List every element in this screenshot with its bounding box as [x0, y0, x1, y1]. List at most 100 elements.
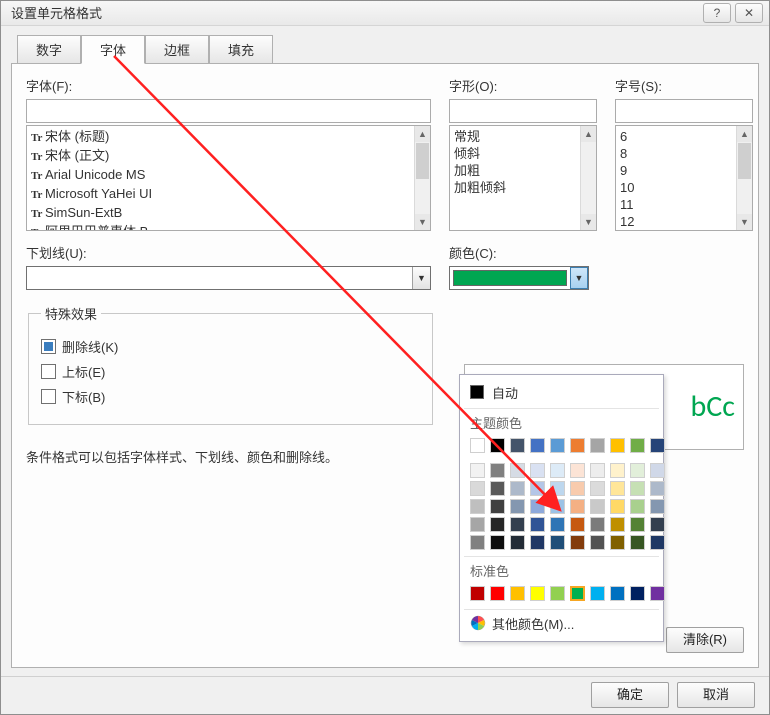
color-swatch[interactable]	[490, 535, 505, 550]
color-swatch[interactable]	[490, 586, 505, 601]
color-swatch[interactable]	[470, 535, 485, 550]
color-swatch[interactable]	[630, 499, 645, 514]
color-swatch[interactable]	[570, 438, 585, 453]
color-combo[interactable]: ▼	[449, 266, 589, 290]
color-swatch[interactable]	[590, 535, 605, 550]
color-swatch[interactable]	[510, 481, 525, 496]
more-colors-row[interactable]: 其他颜色(M)...	[464, 609, 659, 637]
color-swatch[interactable]	[590, 438, 605, 453]
tab-number[interactable]: 数字	[17, 35, 81, 64]
ok-button[interactable]: 确定	[591, 682, 669, 708]
color-swatch[interactable]	[510, 438, 525, 453]
color-swatch[interactable]	[630, 438, 645, 453]
scroll-up-icon[interactable]: ▲	[737, 126, 752, 142]
color-swatch[interactable]	[550, 517, 565, 532]
color-swatch[interactable]	[550, 481, 565, 496]
tab-font[interactable]: 字体	[81, 35, 145, 64]
strike-checkbox[interactable]	[41, 339, 56, 354]
color-swatch[interactable]	[630, 535, 645, 550]
color-swatch[interactable]	[470, 517, 485, 532]
color-swatch[interactable]	[550, 535, 565, 550]
color-swatch[interactable]	[590, 517, 605, 532]
scroll-down-icon[interactable]: ▼	[415, 214, 430, 230]
underline-combo[interactable]: ▼	[26, 266, 431, 290]
cancel-button[interactable]: 取消	[677, 682, 755, 708]
font-input[interactable]	[26, 99, 431, 123]
scroll-up-icon[interactable]: ▲	[581, 126, 596, 142]
subscript-checkbox[interactable]	[41, 389, 56, 404]
color-swatch[interactable]	[610, 535, 625, 550]
color-swatch[interactable]	[530, 517, 545, 532]
color-swatch[interactable]	[510, 535, 525, 550]
color-swatch[interactable]	[490, 438, 505, 453]
color-swatch[interactable]	[610, 438, 625, 453]
color-swatch[interactable]	[490, 481, 505, 496]
color-swatch[interactable]	[610, 517, 625, 532]
font-list[interactable]: Tr宋体 (标题) Tr宋体 (正文) TrArial Unicode MS T…	[26, 125, 431, 231]
tab-fill[interactable]: 填充	[209, 35, 273, 64]
help-button[interactable]: ?	[703, 3, 731, 23]
color-swatch[interactable]	[530, 463, 545, 478]
color-swatch[interactable]	[630, 463, 645, 478]
scroll-down-icon[interactable]: ▼	[737, 214, 752, 230]
close-button[interactable]: ✕	[735, 3, 763, 23]
size-list[interactable]: 6 8 9 10 11 12 ▲ ▼	[615, 125, 753, 231]
color-swatch[interactable]	[650, 586, 665, 601]
color-swatch[interactable]	[530, 481, 545, 496]
color-swatch[interactable]	[470, 499, 485, 514]
scroll-up-icon[interactable]: ▲	[415, 126, 430, 142]
color-swatch[interactable]	[570, 499, 585, 514]
color-swatch[interactable]	[650, 517, 665, 532]
color-swatch[interactable]	[530, 535, 545, 550]
color-swatch[interactable]	[570, 535, 585, 550]
color-swatch[interactable]	[610, 586, 625, 601]
scrollbar[interactable]: ▲ ▼	[414, 126, 430, 230]
superscript-checkbox[interactable]	[41, 364, 56, 379]
scroll-down-icon[interactable]: ▼	[581, 214, 596, 230]
style-list[interactable]: 常规 倾斜 加粗 加粗倾斜 ▲ ▼	[449, 125, 597, 231]
color-swatch[interactable]	[570, 463, 585, 478]
style-input[interactable]	[449, 99, 597, 123]
color-swatch[interactable]	[530, 586, 545, 601]
color-swatch[interactable]	[470, 438, 485, 453]
color-swatch[interactable]	[570, 586, 585, 601]
color-swatch[interactable]	[550, 586, 565, 601]
color-swatch[interactable]	[490, 517, 505, 532]
color-swatch[interactable]	[590, 463, 605, 478]
tab-border[interactable]: 边框	[145, 35, 209, 64]
color-swatch[interactable]	[610, 499, 625, 514]
clear-button[interactable]: 清除(R)	[666, 627, 744, 653]
color-swatch[interactable]	[530, 499, 545, 514]
chevron-down-icon[interactable]: ▼	[412, 267, 430, 289]
color-swatch[interactable]	[650, 481, 665, 496]
scrollbar[interactable]: ▲ ▼	[580, 126, 596, 230]
color-swatch[interactable]	[650, 535, 665, 550]
color-swatch[interactable]	[630, 517, 645, 532]
color-swatch[interactable]	[510, 586, 525, 601]
color-swatch[interactable]	[470, 463, 485, 478]
color-swatch[interactable]	[650, 463, 665, 478]
scroll-thumb[interactable]	[738, 143, 751, 179]
color-swatch[interactable]	[550, 438, 565, 453]
color-swatch[interactable]	[630, 481, 645, 496]
color-swatch[interactable]	[530, 438, 545, 453]
color-swatch[interactable]	[470, 586, 485, 601]
color-swatch[interactable]	[470, 481, 485, 496]
chevron-down-icon[interactable]: ▼	[570, 267, 588, 289]
color-swatch[interactable]	[610, 481, 625, 496]
color-swatch[interactable]	[510, 463, 525, 478]
scrollbar[interactable]: ▲ ▼	[736, 126, 752, 230]
color-swatch[interactable]	[590, 481, 605, 496]
auto-color-row[interactable]: 自动	[464, 379, 659, 406]
color-swatch[interactable]	[490, 499, 505, 514]
color-swatch[interactable]	[610, 463, 625, 478]
color-swatch[interactable]	[510, 499, 525, 514]
scroll-thumb[interactable]	[416, 143, 429, 179]
color-swatch[interactable]	[650, 499, 665, 514]
color-swatch[interactable]	[550, 463, 565, 478]
color-swatch[interactable]	[570, 481, 585, 496]
color-swatch[interactable]	[650, 438, 665, 453]
color-swatch[interactable]	[570, 517, 585, 532]
color-swatch[interactable]	[590, 586, 605, 601]
color-swatch[interactable]	[490, 463, 505, 478]
